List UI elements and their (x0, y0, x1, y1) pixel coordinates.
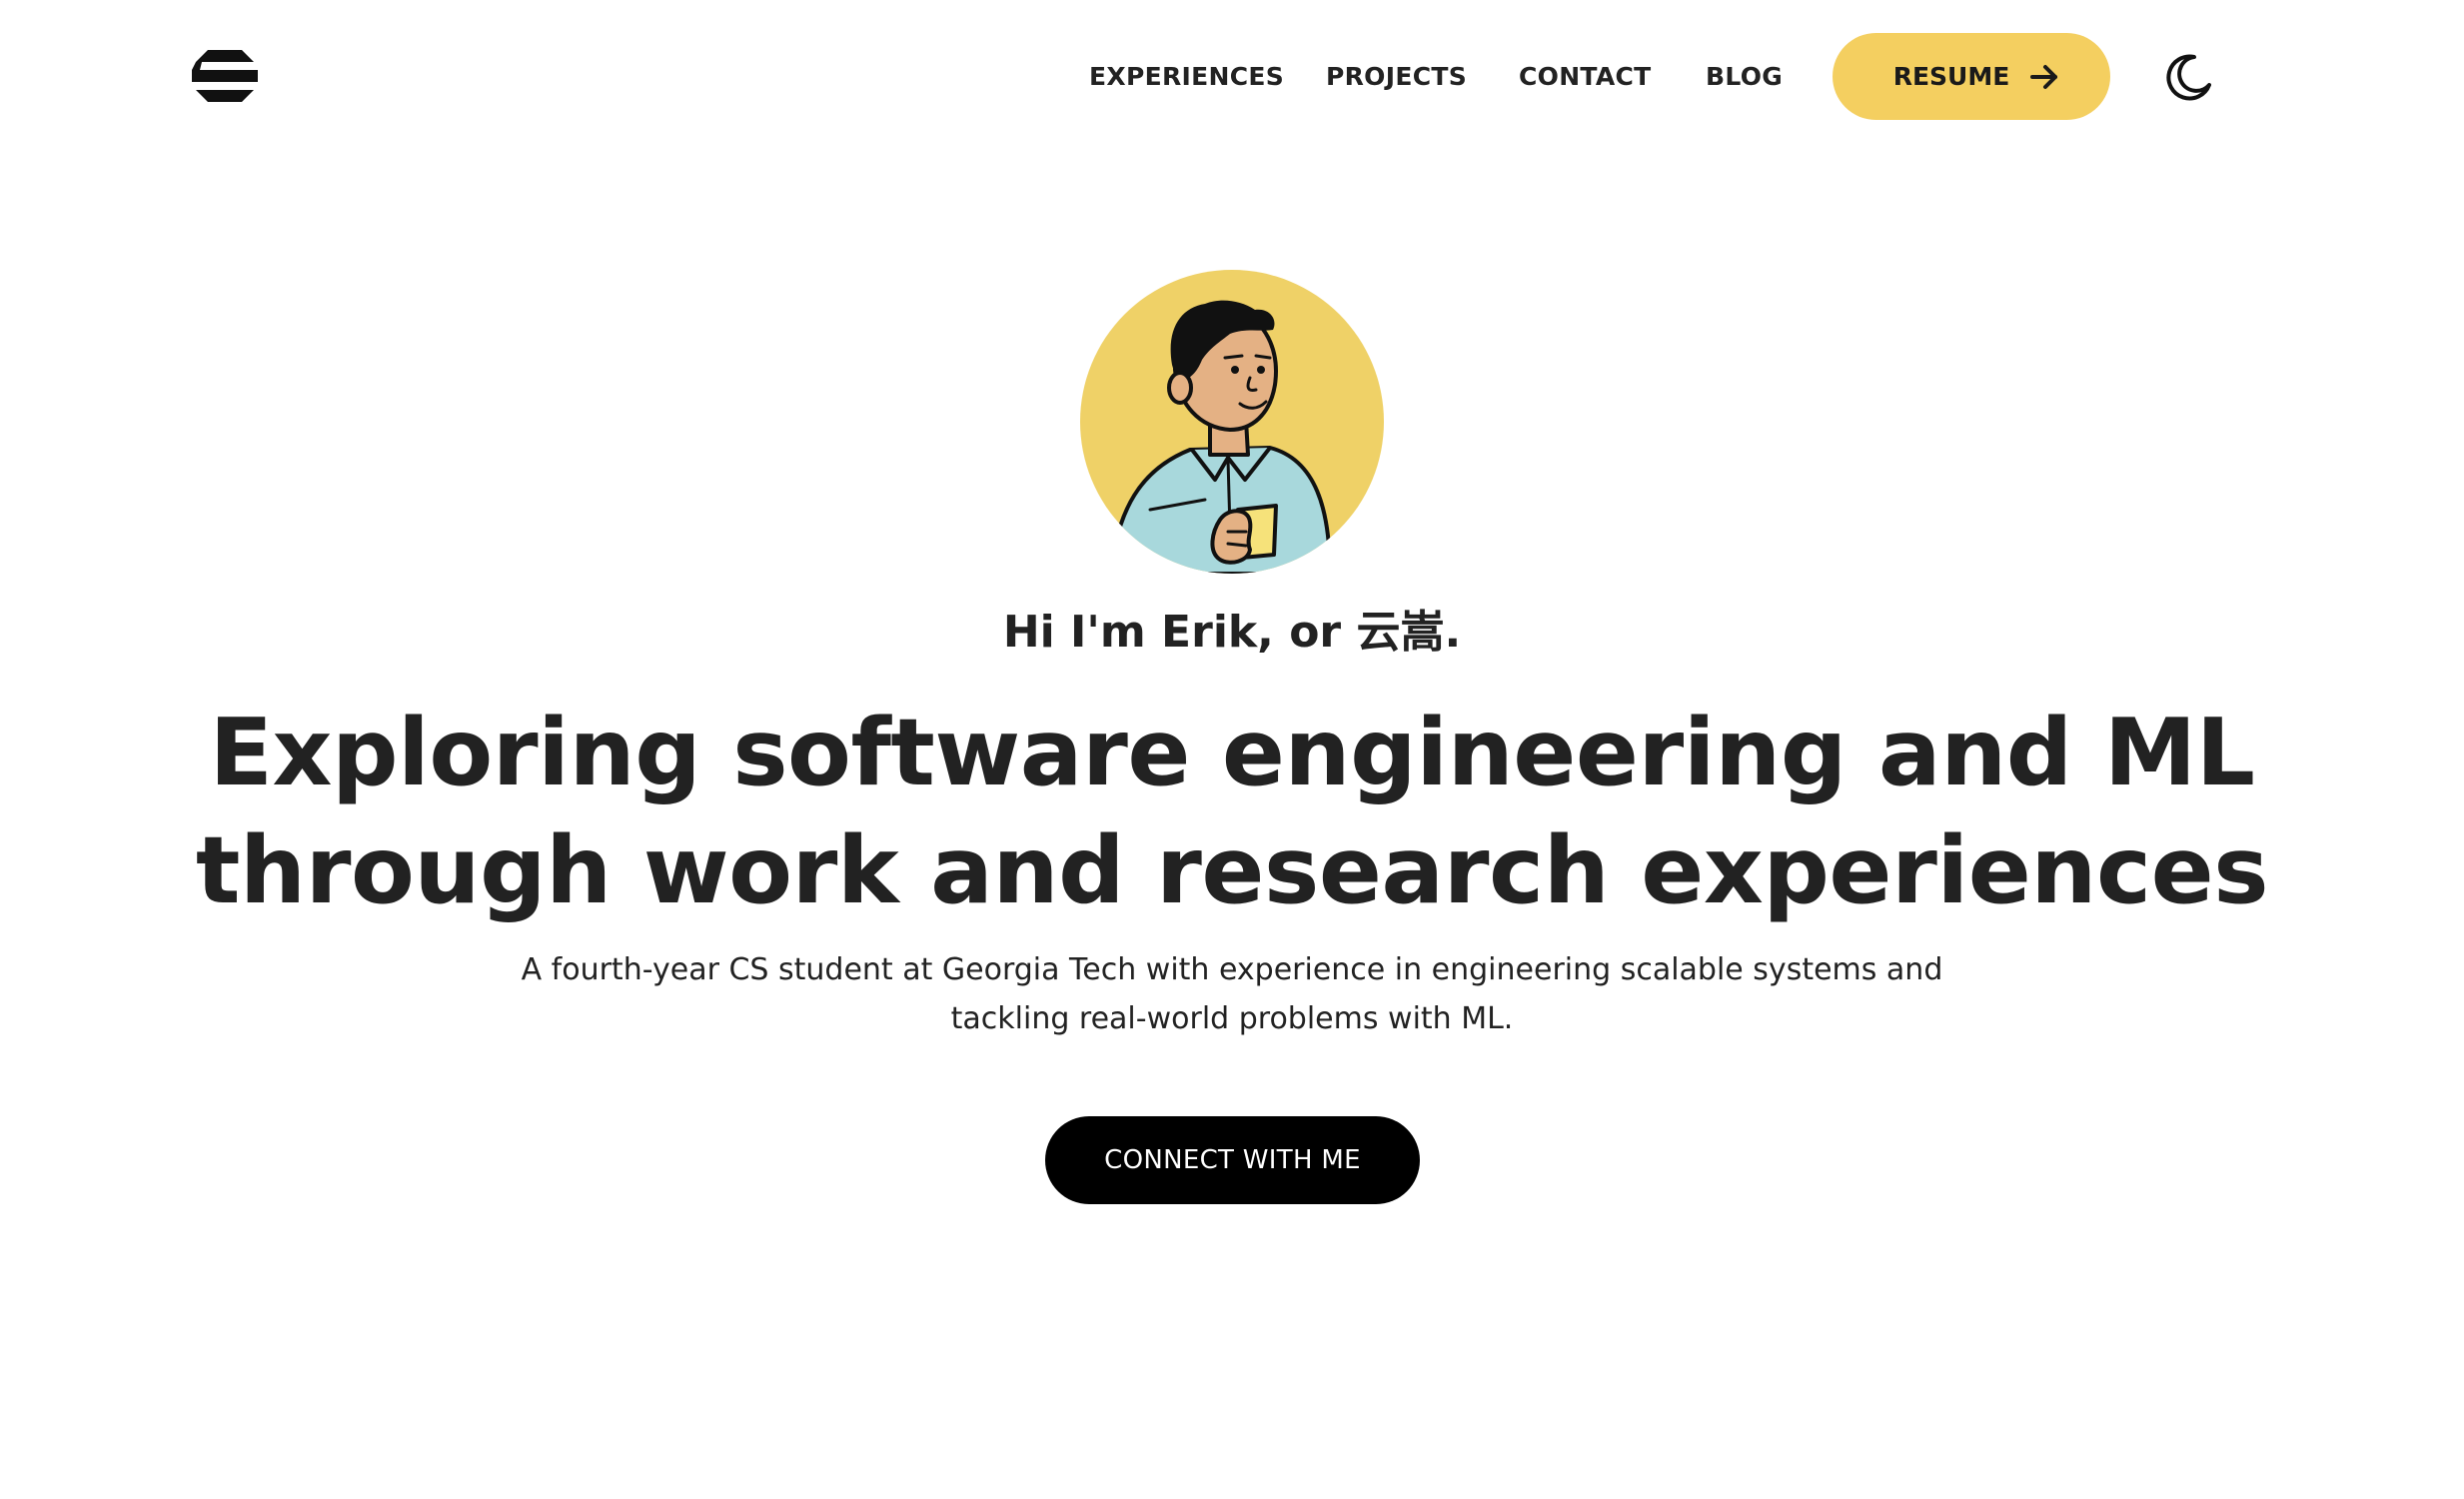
e-logo-icon[interactable] (190, 48, 260, 104)
avatar (1080, 270, 1384, 574)
nav-experiences[interactable]: EXPERIENCES (1089, 62, 1284, 91)
arrow-right-icon (2029, 62, 2059, 92)
nav-contact[interactable]: CONTACT (1519, 62, 1651, 91)
connect-with-me-button[interactable]: CONNECT WITH ME (1045, 1116, 1420, 1204)
resume-label: RESUME (1892, 62, 2010, 91)
avatar-illustration (1108, 300, 1332, 574)
site-header: EXPERIENCES PROJECTS CONTACT BLOG RESUME (0, 0, 2464, 150)
page-title: Exploring software engineering and ML th… (195, 699, 2269, 924)
nav-blog[interactable]: BLOG (1706, 62, 1783, 91)
hero-subtitle: A fourth-year CS student at Georgia Tech… (521, 952, 1943, 1036)
nav-projects[interactable]: PROJECTS (1326, 62, 1467, 91)
resume-button[interactable]: RESUME (1833, 33, 2110, 120)
greeting: Hi I'm Erik, or 云嵩. (1002, 607, 1462, 658)
moon-icon[interactable] (2164, 52, 2214, 102)
